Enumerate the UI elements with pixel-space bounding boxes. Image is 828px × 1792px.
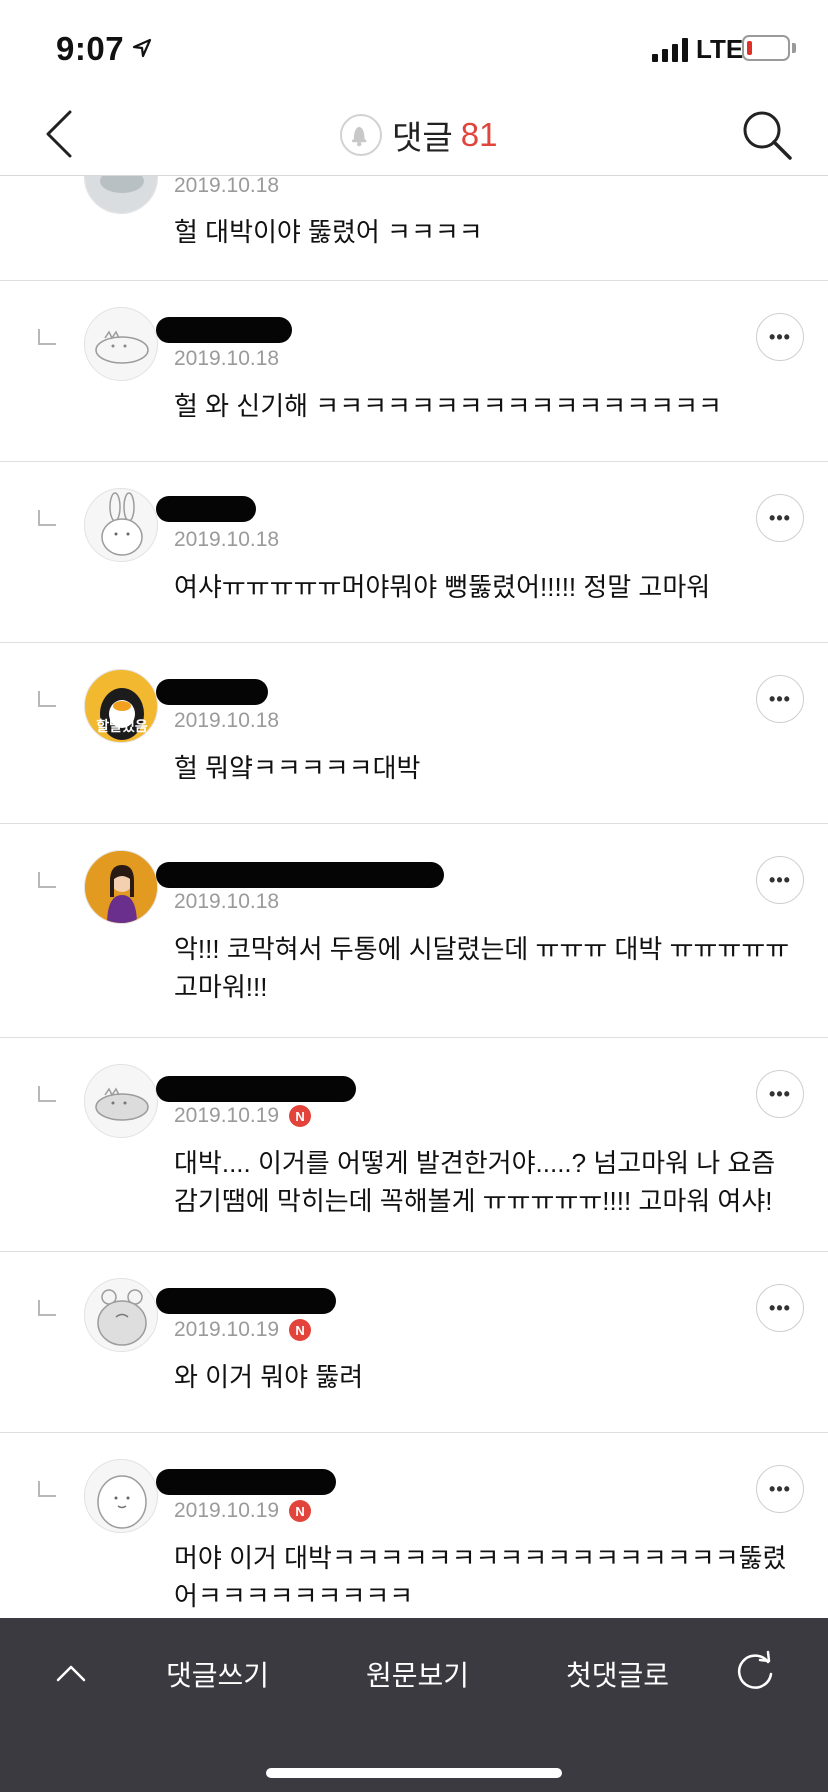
more-options-button[interactable]: ••• — [756, 313, 804, 361]
redacted-username — [156, 317, 292, 343]
avatar-caption: 할말있음 — [96, 718, 148, 734]
header: 댓글 81 — [0, 92, 828, 176]
status-time: 9:07 — [56, 30, 125, 67]
redacted-username — [156, 1076, 356, 1102]
avatar[interactable]: 할말있음 — [84, 669, 158, 743]
more-options-button[interactable]: ••• — [756, 1284, 804, 1332]
comment-item: 2019.10.19 N 와 이거 뭐야 뚫려 ••• — [0, 1252, 828, 1433]
redacted-username — [156, 496, 256, 522]
comment-text: 헐 대박이야 뚫렸어 ㅋㅋㅋㅋ — [174, 217, 483, 247]
comment-list: 2019.10.18 헐 대박이야 뚫렸어 ㅋㅋㅋㅋ 2019.10.18 헐 … — [0, 176, 828, 1618]
comment-date: 2019.10.18 — [174, 528, 280, 551]
home-indicator — [266, 1768, 562, 1778]
view-original-button[interactable]: 원문보기 — [366, 1654, 469, 1694]
redacted-username — [156, 1288, 336, 1314]
battery-tip — [792, 43, 796, 53]
new-badge: N — [289, 1319, 312, 1341]
comment-date: 2019.10.19 N — [174, 1318, 312, 1342]
more-options-button[interactable]: ••• — [756, 1465, 804, 1513]
location-arrow-icon — [132, 38, 152, 58]
avatar[interactable] — [84, 488, 158, 562]
search-icon[interactable] — [738, 106, 794, 162]
avatar[interactable] — [84, 307, 158, 381]
comment-date: 2019.10.18 — [174, 709, 280, 732]
redacted-username — [156, 1469, 336, 1495]
comment-item: 2019.10.18 여샤ㅠㅠㅠㅠㅠ머야뭐야 뻥뚫렸어!!!!! 정말 고마워 … — [0, 462, 828, 643]
comment-text: 머야 이거 대박ㅋㅋㅋㅋㅋㅋㅋㅋㅋㅋㅋㅋㅋㅋㅋㅋㅋ뚫렸어ㅋㅋㅋㅋㅋㅋㅋㅋㅋ — [174, 1543, 787, 1611]
chevron-up-icon[interactable] — [52, 1654, 90, 1692]
redacted-username — [156, 862, 444, 888]
comment-date: 2019.10.19 N — [174, 1104, 312, 1128]
avatar[interactable] — [84, 1064, 158, 1138]
comment-item: 2019.10.19 N 대박.... 이거를 어떻게 발견한거야.....? 넘… — [0, 1038, 828, 1252]
more-options-button[interactable]: ••• — [756, 1070, 804, 1118]
more-options-button[interactable]: ••• — [756, 856, 804, 904]
comment-text: 헐 와 신기해 ㅋㅋㅋㅋㅋㅋㅋㅋㅋㅋㅋㅋㅋㅋㅋㅋㅋ — [174, 391, 722, 421]
reply-indicator-icon — [38, 691, 56, 707]
bell-icon[interactable] — [340, 114, 382, 156]
comment-date: 2019.10.18 — [174, 176, 280, 197]
new-badge: N — [289, 1105, 312, 1127]
comment-date: 2019.10.18 — [174, 347, 280, 370]
battery-icon — [742, 35, 790, 61]
comment-item: 2019.10.19 N 머야 이거 대박ㅋㅋㅋㅋㅋㅋㅋㅋㅋㅋㅋㅋㅋㅋㅋㅋㅋ뚫렸어… — [0, 1433, 828, 1618]
avatar[interactable] — [84, 850, 158, 924]
status-bar: 9:07 LTE — [0, 0, 828, 92]
comment-item: 2019.10.18 헐 와 신기해 ㅋㅋㅋㅋㅋㅋㅋㅋㅋㅋㅋㅋㅋㅋㅋㅋㅋ ••• — [0, 281, 828, 462]
more-options-button[interactable]: ••• — [756, 494, 804, 542]
network-type: LTE — [696, 34, 744, 64]
comment-text: 와 이거 뭐야 뚫려 — [174, 1362, 364, 1392]
first-comment-button[interactable]: 첫댓글로 — [566, 1654, 669, 1694]
comment-text: 악!!! 코막혀서 두통에 시달렸는데 ㅠㅠㅠ 대박 ㅠㅠㅠㅠㅠ고마워!!! — [174, 934, 790, 1002]
reply-indicator-icon — [38, 872, 56, 888]
comment-date: 2019.10.18 — [174, 890, 280, 913]
comment-text: 헐 뭐얔ㅋㅋㅋㅋㅋ대박 — [174, 753, 421, 783]
refresh-icon[interactable] — [732, 1648, 778, 1694]
new-badge: N — [289, 1500, 312, 1522]
comment-count: 81 — [460, 116, 498, 153]
redacted-username — [156, 679, 268, 705]
reply-indicator-icon — [38, 329, 56, 345]
header-title-group: 댓글 81 — [340, 110, 497, 160]
signal-icon — [652, 38, 688, 62]
avatar[interactable] — [84, 1459, 158, 1533]
reply-indicator-icon — [38, 1300, 56, 1316]
reply-indicator-icon — [38, 1481, 56, 1497]
avatar[interactable] — [84, 176, 158, 214]
write-comment-button[interactable]: 댓글쓰기 — [166, 1654, 269, 1694]
page-title: 댓글 — [392, 119, 453, 156]
comment-item: 2019.10.18 헐 대박이야 뚫렸어 ㅋㅋㅋㅋ — [0, 176, 828, 281]
comment-date: 2019.10.19 N — [174, 1499, 312, 1523]
more-options-button[interactable]: ••• — [756, 675, 804, 723]
reply-indicator-icon — [38, 1086, 56, 1102]
comment-item: 할말있음 2019.10.18 헐 뭐얔ㅋㅋㅋㅋㅋ대박 ••• — [0, 643, 828, 824]
back-icon[interactable] — [36, 106, 86, 162]
bottom-toolbar: 댓글쓰기 원문보기 첫댓글로 — [0, 1618, 828, 1792]
comment-item: 2019.10.18 악!!! 코막혀서 두통에 시달렸는데 ㅠㅠㅠ 대박 ㅠㅠ… — [0, 824, 828, 1038]
reply-indicator-icon — [38, 510, 56, 526]
comment-text: 대박.... 이거를 어떻게 발견한거야.....? 넘고마워 나 요즘 감기땜… — [174, 1148, 776, 1216]
avatar[interactable] — [84, 1278, 158, 1352]
comment-text: 여샤ㅠㅠㅠㅠㅠ머야뭐야 뻥뚫렸어!!!!! 정말 고마워 — [174, 572, 711, 602]
